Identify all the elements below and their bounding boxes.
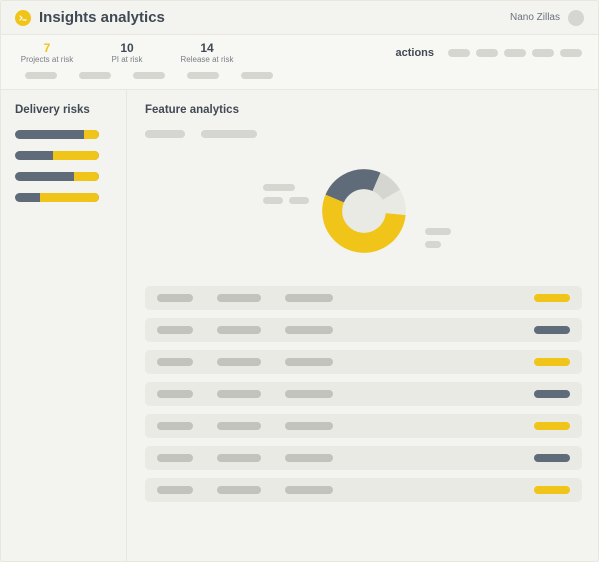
cell <box>157 326 193 334</box>
stat-value: 14 <box>179 41 235 55</box>
donut-chart <box>322 169 406 253</box>
secondary-filter-row <box>1 70 598 89</box>
user-name-label: Nano Zillas <box>510 12 560 23</box>
status-badge <box>534 486 570 494</box>
stat-value: 10 <box>99 41 155 55</box>
app-logo-icon <box>15 10 31 26</box>
cell <box>217 454 261 462</box>
cell <box>157 390 193 398</box>
actions-area: actions <box>395 41 582 59</box>
table-row[interactable] <box>145 382 582 406</box>
page-title: Insights analytics <box>39 9 510 26</box>
action-button[interactable] <box>448 49 470 57</box>
header-bar: Insights analytics Nano Zillas <box>1 1 598 35</box>
filter-pill[interactable] <box>241 72 273 79</box>
tab-item[interactable] <box>201 130 257 138</box>
cell <box>285 294 333 302</box>
cell <box>217 294 261 302</box>
stat-label: Release at risk <box>179 55 235 64</box>
tab-item[interactable] <box>145 130 185 138</box>
stat-item[interactable]: 10PI at risk <box>99 41 155 64</box>
status-badge <box>534 422 570 430</box>
actions-label: actions <box>395 47 434 59</box>
donut-chart-area <box>145 156 582 266</box>
table-row[interactable] <box>145 318 582 342</box>
cell <box>285 390 333 398</box>
stats-bar: 7Projects at risk 10PI at risk 14Release a… <box>1 35 598 90</box>
cell <box>285 326 333 334</box>
status-badge <box>534 390 570 398</box>
cell <box>217 486 261 494</box>
risk-bar[interactable] <box>15 151 99 160</box>
risk-bar[interactable] <box>15 193 99 202</box>
cell <box>217 390 261 398</box>
action-button[interactable] <box>504 49 526 57</box>
chart-legend-left <box>263 184 309 204</box>
cell <box>285 454 333 462</box>
content-title: Feature analytics <box>145 104 582 116</box>
sidebar-title: Delivery risks <box>15 104 112 116</box>
feature-table <box>145 286 582 502</box>
cell <box>157 358 193 366</box>
table-row[interactable] <box>145 446 582 470</box>
table-row[interactable] <box>145 286 582 310</box>
table-row[interactable] <box>145 478 582 502</box>
cell <box>285 422 333 430</box>
cell <box>285 486 333 494</box>
filter-pill[interactable] <box>25 72 57 79</box>
cell <box>157 422 193 430</box>
content-panel: Feature analytics <box>127 90 598 562</box>
filter-pill[interactable] <box>133 72 165 79</box>
app-window: Insights analytics Nano Zillas 7Projects… <box>0 0 599 562</box>
risk-bar[interactable] <box>15 172 99 181</box>
cell <box>217 326 261 334</box>
cell <box>217 358 261 366</box>
filter-pill[interactable] <box>79 72 111 79</box>
status-badge <box>534 358 570 366</box>
avatar[interactable] <box>568 10 584 26</box>
action-button[interactable] <box>476 49 498 57</box>
cell <box>285 358 333 366</box>
stat-value: 7 <box>19 41 75 55</box>
cell <box>157 294 193 302</box>
status-badge <box>534 326 570 334</box>
table-row[interactable] <box>145 350 582 374</box>
table-row[interactable] <box>145 414 582 438</box>
stat-item[interactable]: 7Projects at risk <box>19 41 75 64</box>
stat-label: Projects at risk <box>19 55 75 64</box>
cell <box>157 454 193 462</box>
chart-legend-right <box>425 228 451 248</box>
cell <box>217 422 261 430</box>
risk-bar[interactable] <box>15 130 99 139</box>
main-area: Delivery risks Feature analytics <box>1 90 598 562</box>
filter-pill[interactable] <box>187 72 219 79</box>
status-badge <box>534 294 570 302</box>
cell <box>157 486 193 494</box>
stat-item[interactable]: 14Release at risk <box>179 41 235 64</box>
stat-label: PI at risk <box>99 55 155 64</box>
status-badge <box>534 454 570 462</box>
action-button[interactable] <box>560 49 582 57</box>
sidebar: Delivery risks <box>1 90 127 562</box>
content-tabs <box>145 130 582 138</box>
action-button[interactable] <box>532 49 554 57</box>
